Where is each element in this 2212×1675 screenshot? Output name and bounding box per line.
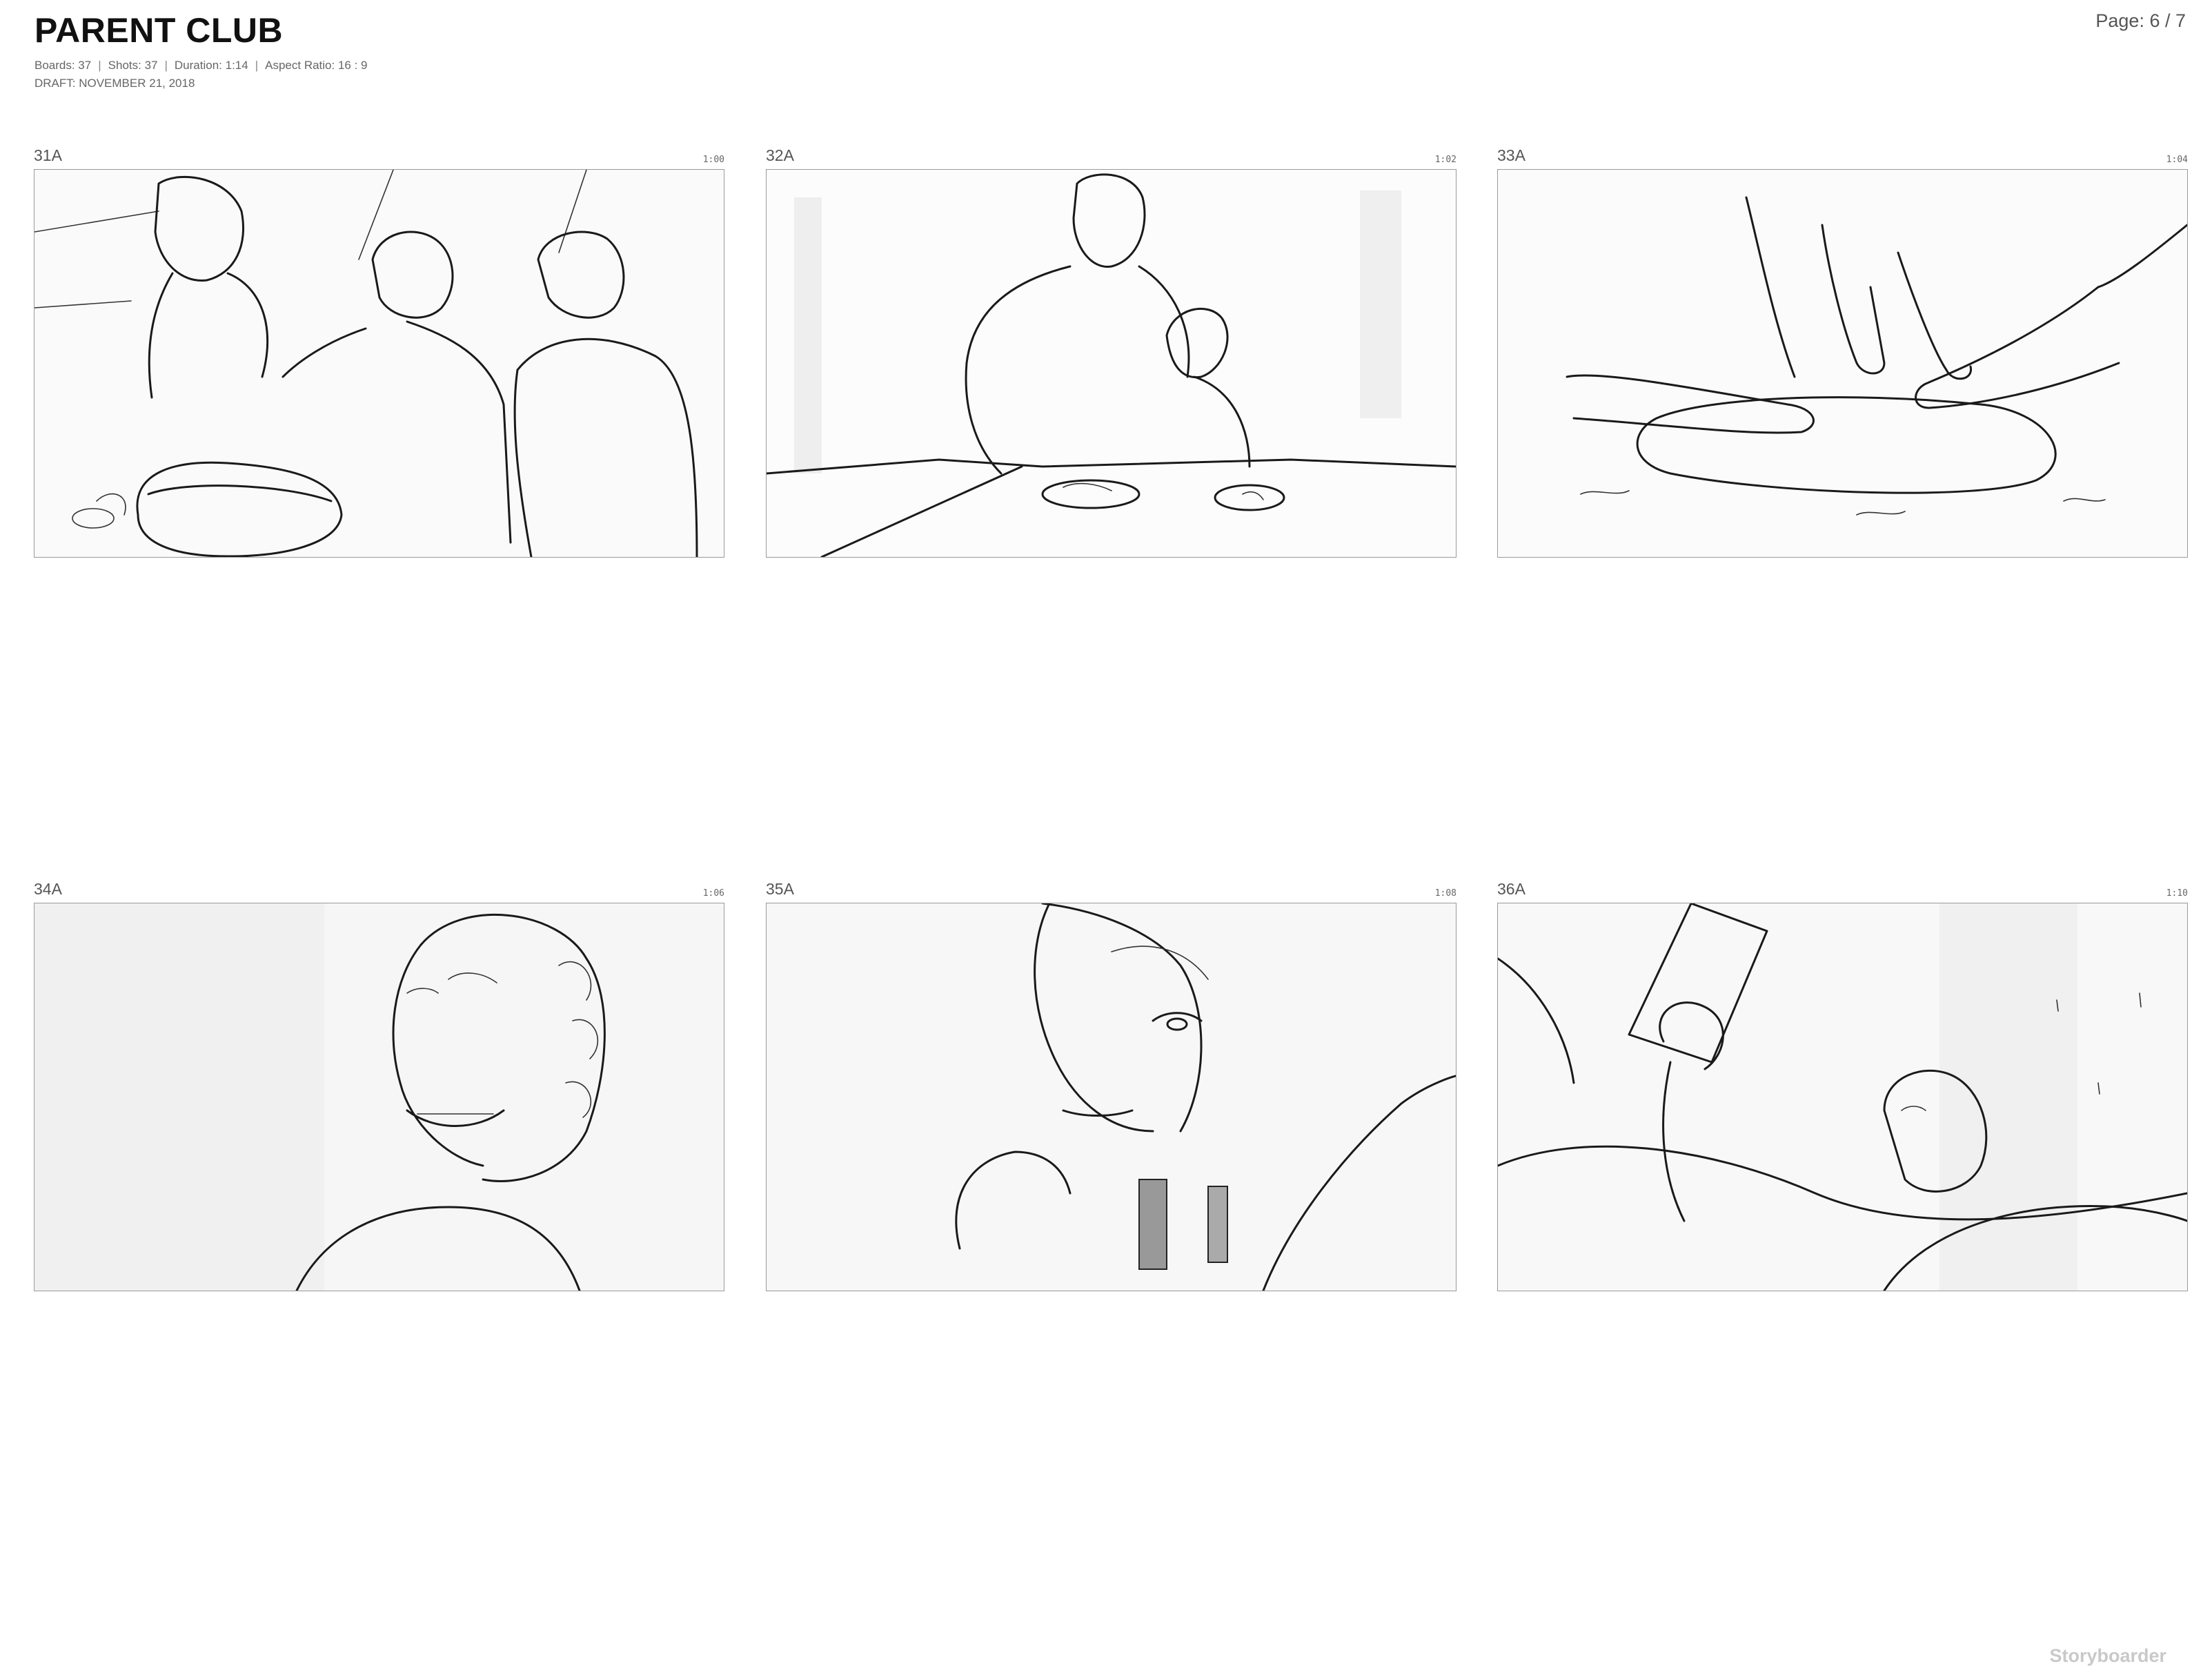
board-time: 1:08	[1434, 888, 1456, 899]
sketch-girl-eating	[767, 903, 1456, 1291]
storyboarder-watermark: Storyboarder	[2049, 1645, 2166, 1666]
board-31a[interactable]: 31A 1:00	[34, 143, 724, 558]
board-frame[interactable]	[1497, 169, 2188, 558]
sketch-kitchen-family	[34, 170, 724, 557]
meta-stats: Boards: 37 | Shots: 37 | Duration: 1:14 | Aspe…	[34, 57, 368, 75]
document-title: PARENT CLUB	[34, 11, 284, 50]
board-number: 32A	[766, 146, 794, 164]
meta-boards: Boards: 37	[34, 59, 92, 72]
board-header: 35A 1:08	[766, 876, 1456, 903]
board-33a[interactable]: 33A 1:04	[1497, 143, 2188, 558]
board-header: 36A 1:10	[1497, 876, 2188, 903]
board-number: 36A	[1497, 880, 1525, 898]
document-meta: Boards: 37 | Shots: 37 | Duration: 1:14 | Aspe…	[34, 57, 368, 92]
meta-separator: |	[98, 59, 101, 72]
board-time: 1:02	[1434, 155, 1456, 165]
board-frame[interactable]	[34, 169, 724, 558]
board-frame[interactable]	[766, 169, 1456, 558]
board-34a[interactable]: 34A 1:06	[34, 876, 724, 1291]
meta-duration: Duration: 1:14	[174, 59, 248, 72]
sketch-child-in-bed	[1498, 903, 2187, 1291]
meta-separator: |	[164, 59, 168, 72]
meta-separator: |	[255, 59, 259, 72]
board-frame[interactable]	[1497, 903, 2188, 1291]
meta-shots: Shots: 37	[108, 59, 158, 72]
sketch-hands-kneading-dough	[1498, 170, 2187, 557]
page-indicator: Page: 6 / 7	[2095, 10, 2186, 31]
sketch-man-and-child-cooking	[767, 170, 1456, 557]
board-number: 31A	[34, 146, 62, 164]
board-header: 33A 1:04	[1497, 143, 2188, 169]
board-time: 1:10	[2166, 888, 2188, 899]
board-header: 31A 1:00	[34, 143, 724, 169]
board-header: 34A 1:06	[34, 876, 724, 903]
board-number: 33A	[1497, 146, 1525, 164]
board-frame[interactable]	[34, 903, 724, 1291]
board-header: 32A 1:02	[766, 143, 1456, 169]
board-32a[interactable]: 32A 1:02	[766, 143, 1456, 558]
board-time: 1:06	[702, 888, 724, 899]
sketch-smiling-woman	[34, 903, 724, 1291]
board-time: 1:04	[2166, 155, 2188, 165]
board-number: 35A	[766, 880, 794, 898]
board-number: 34A	[34, 880, 62, 898]
meta-draft-date: DRAFT: NOVEMBER 21, 2018	[34, 77, 195, 90]
board-35a[interactable]: 35A 1:08	[766, 876, 1456, 1291]
board-36a[interactable]: 36A 1:10	[1497, 876, 2188, 1291]
board-time: 1:00	[702, 155, 724, 165]
meta-aspect-ratio: Aspect Ratio: 16 : 9	[265, 59, 368, 72]
board-frame[interactable]	[766, 903, 1456, 1291]
